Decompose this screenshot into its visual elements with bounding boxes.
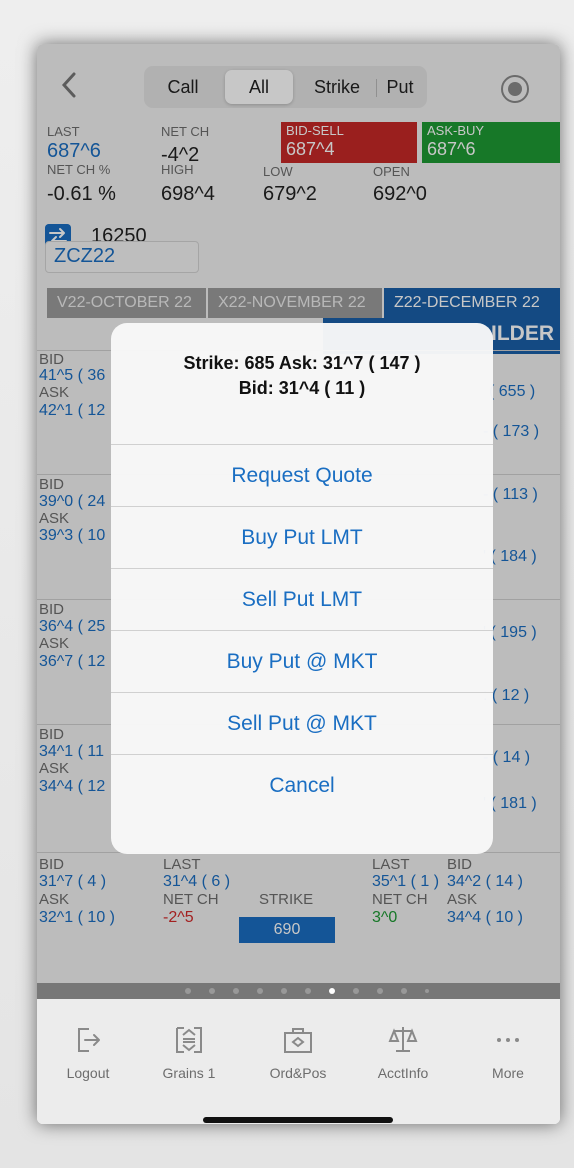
tab-more-label: More xyxy=(492,1065,524,1081)
buy-put-mkt-button[interactable]: Buy Put @ MKT xyxy=(111,630,493,692)
tab-logout[interactable]: Logout xyxy=(43,1023,133,1081)
tab-logout-label: Logout xyxy=(66,1065,110,1081)
briefcase-icon xyxy=(284,1028,312,1053)
phone-frame: Call All Strike Put LAST 687^6 NET CH -4… xyxy=(37,44,560,1124)
page-dot-active xyxy=(329,988,335,994)
sell-put-mkt-button[interactable]: Sell Put @ MKT xyxy=(111,692,493,754)
tab-grains-label: Grains 1 xyxy=(162,1065,216,1081)
page-dot xyxy=(425,989,429,993)
grains-icon xyxy=(176,1027,202,1053)
page-dot xyxy=(401,988,407,994)
page-indicator[interactable] xyxy=(37,983,560,999)
page-dot xyxy=(209,988,215,994)
tab-grains[interactable]: Grains 1 xyxy=(144,1023,234,1081)
dialog-title-line1: Strike: 685 Ask: 31^7 ( 147 ) xyxy=(183,353,421,373)
page-dot xyxy=(305,988,311,994)
tab-acct-info[interactable]: AcctInfo xyxy=(358,1023,448,1081)
tab-ord-pos[interactable]: Ord&Pos xyxy=(253,1023,343,1081)
logout-icon xyxy=(78,1028,100,1052)
tab-more[interactable]: More xyxy=(463,1023,553,1081)
tab-ord-pos-label: Ord&Pos xyxy=(269,1065,327,1081)
page-dot xyxy=(281,988,287,994)
dialog-title-line2: Bid: 31^4 ( 11 ) xyxy=(238,378,366,398)
screen: Call All Strike Put LAST 687^6 NET CH -4… xyxy=(37,44,560,1124)
more-icon xyxy=(497,1038,519,1042)
page-dot xyxy=(353,988,359,994)
page-dot xyxy=(233,988,239,994)
page-dot xyxy=(185,988,191,994)
cancel-button[interactable]: Cancel xyxy=(111,754,493,816)
tab-bar: Logout Grains 1 Ord&Pos AcctInfo More xyxy=(37,999,560,1124)
scale-icon xyxy=(388,1027,418,1052)
dialog-title: Strike: 685 Ask: 31^7 ( 147 ) Bid: 31^4 … xyxy=(111,351,493,401)
sell-put-lmt-button[interactable]: Sell Put LMT xyxy=(111,568,493,630)
buy-put-lmt-button[interactable]: Buy Put LMT xyxy=(111,506,493,568)
request-quote-button[interactable]: Request Quote xyxy=(111,444,493,506)
action-dialog: Strike: 685 Ask: 31^7 ( 147 ) Bid: 31^4 … xyxy=(111,323,493,854)
tab-acct-info-label: AcctInfo xyxy=(377,1065,429,1081)
page-dot xyxy=(377,988,383,994)
home-indicator[interactable] xyxy=(203,1117,393,1123)
page-dot xyxy=(257,988,263,994)
